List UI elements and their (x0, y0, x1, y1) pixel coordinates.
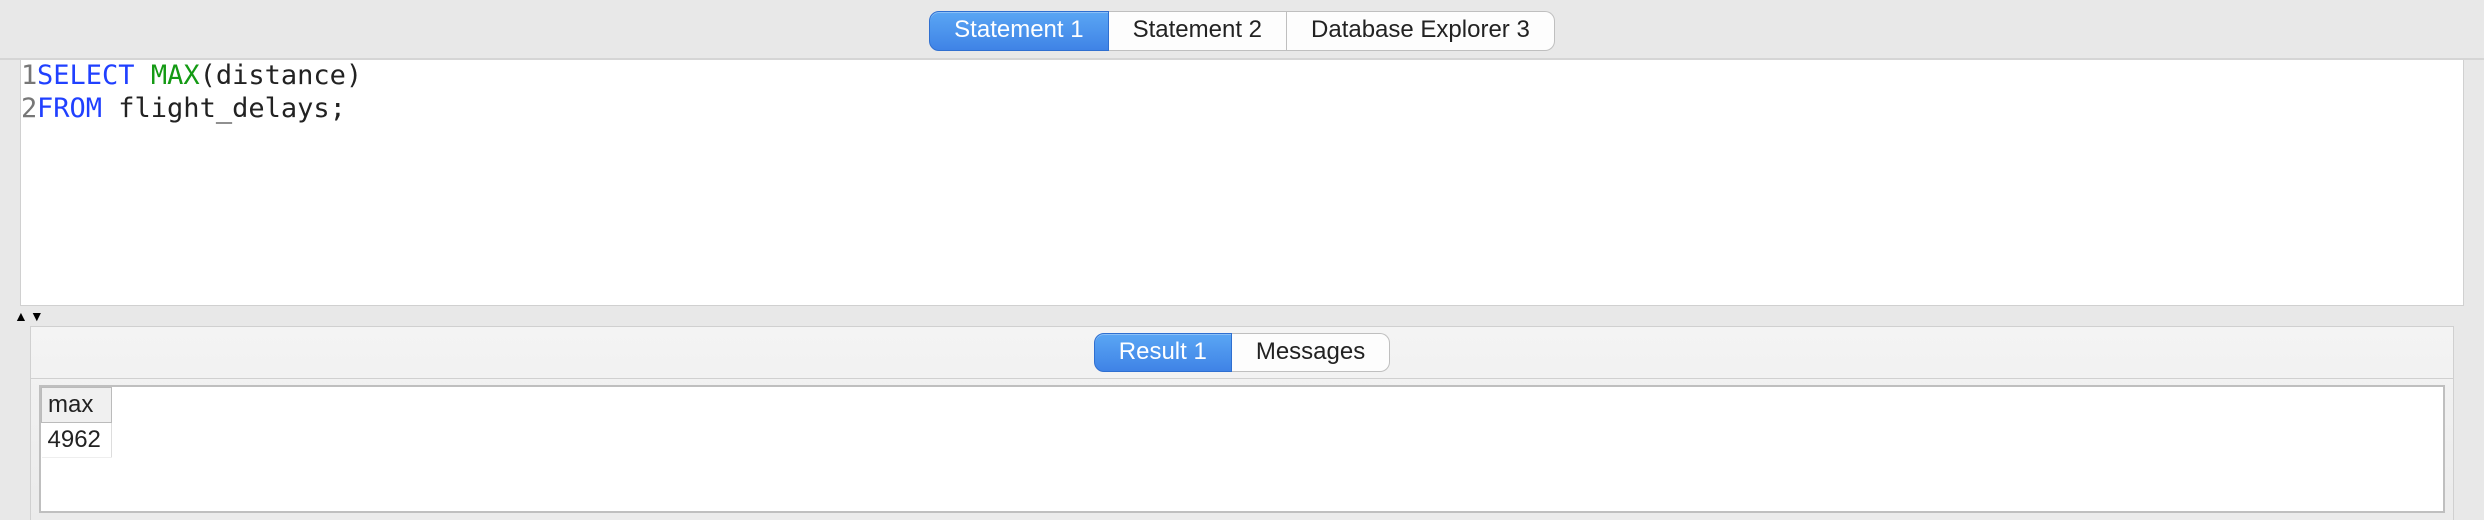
result-table: max 4962 (41, 387, 112, 458)
tab-messages[interactable]: Messages (1232, 333, 1390, 373)
sql-editor[interactable]: 1 SELECT MAX(distance) 2 FROM flight_del… (20, 60, 2464, 306)
collapse-up-icon[interactable]: ▲ (14, 308, 28, 324)
code-line: 2 FROM flight_delays; (21, 93, 2463, 126)
cell-value: 4962 (42, 423, 112, 458)
result-grid[interactable]: max 4962 (39, 385, 2445, 513)
tab-database-explorer[interactable]: Database Explorer 3 (1287, 11, 1555, 51)
editor-tabs: Statement 1 Statement 2 Database Explore… (929, 11, 1555, 51)
splitter-handle[interactable]: ▲▼ (0, 306, 2484, 326)
results-panel: Result 1 Messages max 4962 (30, 326, 2454, 520)
results-tabs: Result 1 Messages (1094, 333, 1390, 373)
code-content: FROM flight_delays; (37, 93, 346, 126)
table-header-row: max (42, 388, 112, 423)
line-number: 1 (21, 60, 37, 93)
line-number: 2 (21, 93, 37, 126)
column-header[interactable]: max (42, 388, 112, 423)
tab-result-1[interactable]: Result 1 (1094, 333, 1232, 373)
tab-statement-2[interactable]: Statement 2 (1109, 11, 1287, 51)
code-line: 1 SELECT MAX(distance) (21, 60, 2463, 93)
tab-statement-1[interactable]: Statement 1 (929, 11, 1108, 51)
results-tabs-bar: Result 1 Messages (31, 327, 2453, 379)
code-content: SELECT MAX(distance) (37, 60, 362, 93)
table-row[interactable]: 4962 (42, 423, 112, 458)
collapse-down-icon[interactable]: ▼ (30, 308, 44, 324)
editor-tabs-bar: Statement 1 Statement 2 Database Explore… (0, 0, 2484, 60)
